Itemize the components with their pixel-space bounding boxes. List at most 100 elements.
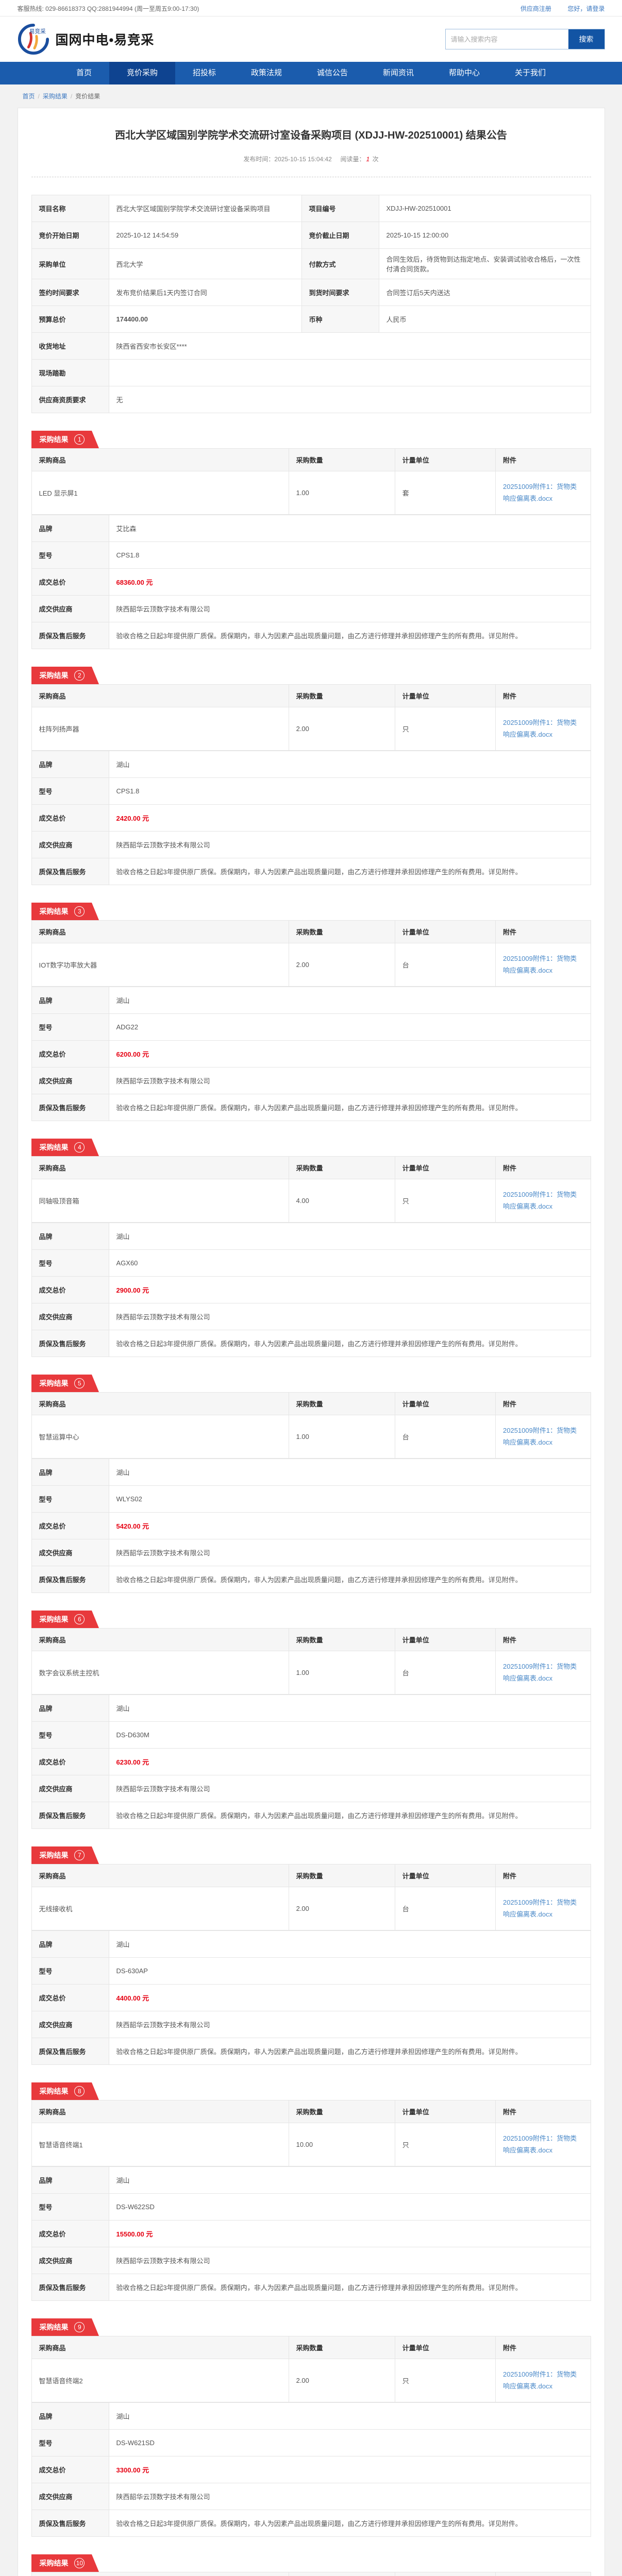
goods-header-attachment: 附件 bbox=[496, 921, 591, 943]
goods-table: 采购商品 采购数量 计量单位 附件 数字会议系统主控机 1.00 台 20251… bbox=[31, 1628, 591, 1694]
goods-header-attachment: 附件 bbox=[496, 1393, 591, 1415]
goods-qty: 2.00 bbox=[289, 707, 395, 751]
info-label: 到货时间要求 bbox=[301, 279, 379, 306]
budget-value: 174400.00 bbox=[109, 306, 301, 333]
result-detail-table: 品牌 湖山 型号 DS-D630M 成交总价 6230.00 元 成交供应商 陕… bbox=[31, 1694, 591, 1829]
deal-price-label: 成交总价 bbox=[31, 2221, 109, 2247]
brand-title: 国网中电•易竞采 bbox=[56, 30, 155, 48]
goods-qty: 10.00 bbox=[289, 2123, 395, 2166]
search-button[interactable]: 搜索 bbox=[568, 29, 604, 49]
warranty-label: 质保及售后服务 bbox=[31, 2510, 109, 2537]
result-badge-number: 3 bbox=[74, 906, 85, 917]
search-input[interactable] bbox=[446, 29, 568, 49]
deal-price-value: 6230.00 bbox=[116, 1758, 141, 1766]
login-link[interactable]: 您好，请登录 bbox=[567, 5, 604, 12]
result-badge: 采购结果 8 bbox=[31, 2082, 92, 2100]
deal-price-value: 68360.00 bbox=[116, 579, 144, 586]
delivery-time-value: 合同签订后5天内送达 bbox=[379, 279, 591, 306]
attachment-link[interactable]: 20251009附件1：货物类响应偏离表.docx bbox=[503, 955, 577, 974]
goods-product-name: IOT数字功率放大器 bbox=[31, 943, 289, 987]
model-label: 型号 bbox=[31, 1722, 109, 1749]
goods-table: 采购商品 采购数量 计量单位 附件 智慧语音终端2 2.00 只 2025100… bbox=[31, 2336, 591, 2402]
nav-item-policy[interactable]: 政策法规 bbox=[233, 62, 299, 84]
goods-header-attachment: 附件 bbox=[496, 1157, 591, 1179]
goods-product-name: 智慧语音终端2 bbox=[31, 2359, 289, 2402]
goods-table: 采购商品 采购数量 计量单位 附件 无线接收机 2.00 台 20251009附… bbox=[31, 1864, 591, 1930]
supplier-value: 陕西韶华云顶数字技术有限公司 bbox=[109, 2011, 591, 2038]
attachment-link[interactable]: 20251009附件1：货物类响应偏离表.docx bbox=[503, 2134, 577, 2154]
brand-value: 湖山 bbox=[109, 1695, 591, 1722]
deal-price-value: 2420.00 bbox=[116, 815, 141, 822]
breadcrumb-home[interactable]: 首页 bbox=[23, 93, 35, 100]
model-label: 型号 bbox=[31, 778, 109, 805]
goods-header-qty: 采购数量 bbox=[289, 1865, 395, 1887]
model-value: DS-W621SD bbox=[109, 2430, 591, 2456]
warranty-value: 验收合格之日起3年提供原厂质保。质保期内，非人为因素产品出现质量问题，由乙方进行… bbox=[109, 1802, 591, 1829]
goods-product-name: 柱阵列扬声器 bbox=[31, 707, 289, 751]
nav-item-news[interactable]: 新闻资讯 bbox=[365, 62, 431, 84]
result-badge: 采购结果 5 bbox=[31, 1375, 92, 1392]
goods-qty: 2.00 bbox=[289, 2359, 395, 2402]
result-block: 采购结果 9 采购商品 采购数量 计量单位 附件 智慧语音终端2 2.00 只 … bbox=[31, 2318, 591, 2537]
nav-item-about[interactable]: 关于我们 bbox=[497, 62, 563, 84]
deal-price-label: 成交总价 bbox=[31, 2456, 109, 2483]
result-block: 采购结果 4 采购商品 采购数量 计量单位 附件 同轴吸顶音箱 4.00 只 2… bbox=[31, 1139, 591, 1357]
result-detail-table: 品牌 湖山 型号 ADG22 成交总价 6200.00 元 成交供应商 陕西韶华… bbox=[31, 987, 591, 1121]
attachment-link[interactable]: 20251009附件1：货物类响应偏离表.docx bbox=[503, 1663, 577, 1682]
payment-value: 合同生效后，待货物到达指定地点、安装调试验收合格后，一次性付清合同货款。 bbox=[379, 249, 591, 279]
goods-header-qty: 采购数量 bbox=[289, 2100, 395, 2123]
attachment-link[interactable]: 20251009附件1：货物类响应偏离表.docx bbox=[503, 483, 577, 502]
result-badge-number: 10 bbox=[74, 2558, 85, 2568]
result-badge: 采购结果 3 bbox=[31, 903, 92, 920]
views-unit: 次 bbox=[373, 156, 379, 163]
info-label: 签约时间要求 bbox=[31, 279, 109, 306]
goods-product-name: 无线接收机 bbox=[31, 1887, 289, 1930]
attachment-link[interactable]: 20251009附件1：货物类响应偏离表.docx bbox=[503, 1899, 577, 1918]
supplier-label: 成交供应商 bbox=[31, 1303, 109, 1330]
brand-value: 湖山 bbox=[109, 751, 591, 778]
result-badge: 采购结果 2 bbox=[31, 667, 92, 684]
nav-item-bidding-purchase[interactable]: 竞价采购 bbox=[109, 62, 175, 84]
goods-header-product: 采购商品 bbox=[31, 1157, 289, 1179]
deal-price-label: 成交总价 bbox=[31, 1277, 109, 1303]
site-header: 易竞采 国网中电•易竞采 搜索 bbox=[0, 16, 622, 62]
deal-price-value: 4400.00 bbox=[116, 1994, 141, 2002]
nav-item-home[interactable]: 首页 bbox=[59, 62, 109, 84]
goods-unit: 只 bbox=[395, 2359, 495, 2402]
deal-price-label: 成交总价 bbox=[31, 1985, 109, 2011]
model-label: 型号 bbox=[31, 1958, 109, 1985]
attachment-link[interactable]: 20251009附件1：货物类响应偏离表.docx bbox=[503, 1427, 577, 1446]
nav-item-tender[interactable]: 招投标 bbox=[175, 62, 233, 84]
supplier-register-link[interactable]: 供应商注册 bbox=[520, 5, 551, 12]
qualification-value: 无 bbox=[109, 386, 591, 413]
model-value: DS-D630M bbox=[109, 1722, 591, 1749]
result-badge-number: 6 bbox=[74, 1614, 85, 1624]
goods-header-qty: 采购数量 bbox=[289, 1157, 395, 1179]
attachment-link[interactable]: 20251009附件1：货物类响应偏离表.docx bbox=[503, 2370, 577, 2389]
deal-price-unit: 元 bbox=[141, 2466, 149, 2474]
model-value: DS-W622SD bbox=[109, 2194, 591, 2221]
result-badge: 采购结果 4 bbox=[31, 1139, 92, 1156]
breadcrumb-purchase-results[interactable]: 采购结果 bbox=[43, 93, 68, 100]
nav-item-help[interactable]: 帮助中心 bbox=[431, 62, 497, 84]
supplier-label: 成交供应商 bbox=[31, 832, 109, 858]
results-list: 采购结果 1 采购商品 采购数量 计量单位 附件 LED 显示屏1 1.00 套… bbox=[31, 431, 591, 2576]
goods-table: 采购商品 采购数量 计量单位 附件 IOT数字功率放大器 2.00 台 2025… bbox=[31, 920, 591, 987]
attachment-link[interactable]: 20251009附件1：货物类响应偏离表.docx bbox=[503, 719, 577, 738]
attachment-link[interactable]: 20251009附件1：货物类响应偏离表.docx bbox=[503, 1191, 577, 1210]
result-detail-table: 品牌 湖山 型号 AGX60 成交总价 2900.00 元 成交供应商 陕西韶华… bbox=[31, 1223, 591, 1357]
supplier-value: 陕西韶华云顶数字技术有限公司 bbox=[109, 1303, 591, 1330]
warranty-value: 验收合格之日起3年提供原厂质保。质保期内，非人为因素产品出现质量问题，由乙方进行… bbox=[109, 2038, 591, 2065]
brand-value: 湖山 bbox=[109, 1931, 591, 1958]
project-info-table: 项目名称 西北大学区域国别学院学术交流研讨室设备采购项目 项目编号 XDJJ-H… bbox=[31, 195, 591, 413]
result-badge-label: 采购结果 bbox=[40, 2087, 69, 2095]
goods-header-qty: 采购数量 bbox=[289, 921, 395, 943]
nav-item-integrity[interactable]: 诚信公告 bbox=[299, 62, 365, 84]
warranty-value: 验收合格之日起3年提供原厂质保。质保期内，非人为因素产品出现质量问题，由乙方进行… bbox=[109, 622, 591, 649]
deal-price-value: 5420.00 bbox=[116, 1522, 141, 1530]
goods-header-attachment: 附件 bbox=[496, 1629, 591, 1651]
deal-price-unit: 元 bbox=[141, 1994, 149, 2002]
search-box: 搜索 bbox=[445, 29, 605, 49]
views-label: 阅读量： bbox=[341, 156, 365, 163]
goods-header-qty: 采购数量 bbox=[289, 685, 395, 707]
